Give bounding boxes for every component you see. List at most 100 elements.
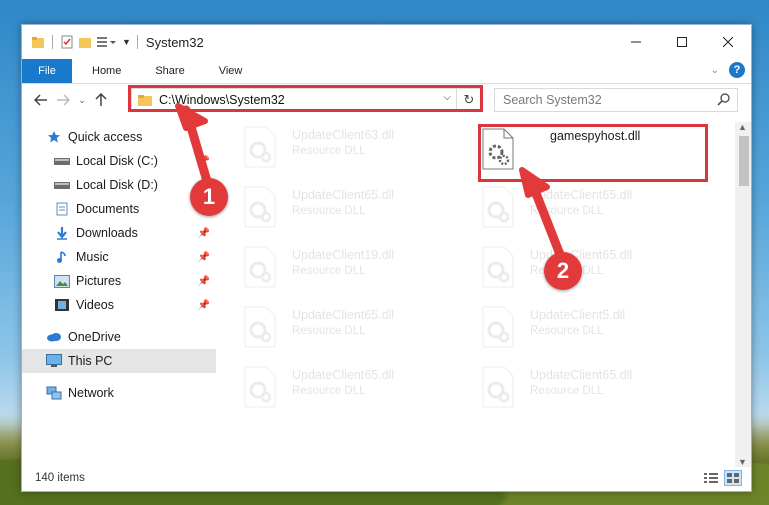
vertical-scrollbar[interactable]: ▲ ▼ [735,122,751,467]
properties-icon[interactable] [60,35,74,49]
maximize-button[interactable] [659,25,705,59]
file-explorer-window: ▼ System32 File Home Share View ⌄ ? ⌄ C:… [21,24,752,492]
file-name: UpdateClient63.dll [292,128,395,142]
drive-icon [54,178,70,192]
sidebar-item-pictures[interactable]: Pictures 📌 [22,269,216,293]
file-type: Resource DLL [530,205,604,217]
sidebar-item-quick-access[interactable]: Quick access [22,125,216,149]
videos-icon [54,298,70,312]
list-item[interactable]: UpdateClient65.dll Resource DLL [482,364,702,414]
sidebar-item-label: Local Disk (D:) [76,178,158,192]
ribbon-tabs: File Home Share View ⌄ ? [22,59,751,84]
search-input[interactable]: Search System32 [503,93,602,107]
list-item[interactable]: UpdateClient65.dll Resource DLL [482,244,702,294]
pin-icon[interactable]: 📌 [198,228,210,239]
sidebar-item-label: Quick access [68,130,143,144]
sidebar-item-label: Documents [76,202,140,216]
list-item[interactable]: UpdateClient65.dll Resource DLL [244,304,464,354]
list-item[interactable]: UpdateClient63.dll Resource DLL [244,124,464,174]
item-count: 140 items [35,472,85,484]
sidebar-item-this-pc[interactable]: This PC [22,349,216,373]
window-title: System32 [145,34,204,50]
dll-file-icon [482,366,514,408]
up-button[interactable] [90,89,112,111]
tab-file[interactable]: File [22,59,72,83]
chevron-down-icon[interactable]: ⌵ [443,92,451,103]
sidebar-item-downloads[interactable]: Downloads 📌 [22,221,216,245]
chevron-down-icon[interactable]: ▼ [122,37,131,47]
scroll-up-icon[interactable]: ▲ [738,122,747,132]
large-icons-view-icon[interactable] [724,470,742,486]
dll-file-icon [482,306,514,348]
chevron-down-icon: ⌄ [78,94,86,105]
sidebar-item-network[interactable]: Network [22,381,216,405]
back-button[interactable] [30,89,52,111]
recent-locations-button[interactable]: ⌄ [74,89,90,111]
close-button[interactable] [705,25,751,59]
tab-view[interactable]: View [205,59,257,83]
pin-icon[interactable]: 📌 [198,252,210,263]
ribbon-right: ⌄ ? [711,62,745,78]
expand-ribbon-icon[interactable]: ⌄ [711,65,719,76]
cloud-icon [46,330,62,344]
status-bar: 140 items [22,465,751,491]
details-view-icon[interactable] [703,471,719,485]
documents-icon [54,202,70,216]
list-item[interactable]: UpdateClient5.dll Resource DLL [482,304,702,354]
list-item[interactable]: UpdateClient65.dll Resource DLL [482,184,702,234]
sidebar-item-local-disk-c[interactable]: Local Disk (C:) 📌 [22,149,216,173]
file-type: Resource DLL [292,205,366,217]
sidebar-item-music[interactable]: Music 📌 [22,245,216,269]
music-icon [54,250,70,264]
sidebar-item-label: Music [76,250,109,264]
list-item[interactable]: UpdateClient19.dll Resource DLL [244,244,464,294]
sidebar-item-label: Downloads [76,226,138,240]
file-name: UpdateClient65.dll [530,188,633,202]
new-folder-icon[interactable] [78,35,92,49]
view-switcher [703,470,742,486]
pin-icon[interactable]: 📌 [198,276,210,287]
maximize-icon [677,37,687,47]
quick-access-toolbar: ▼ [22,35,131,49]
file-name: UpdateClient65.dll [292,308,395,322]
dll-file-icon [244,366,276,408]
refresh-button[interactable]: ↻ [456,89,481,111]
pictures-icon [54,274,70,288]
search-icon[interactable] [717,92,731,106]
title-separator [136,35,138,49]
pin-icon[interactable]: 📌 [198,300,210,311]
file-type: Resource DLL [292,145,366,157]
tab-share[interactable]: Share [141,59,198,83]
minimize-button[interactable] [613,25,659,59]
sidebar-item-label: Local Disk (C:) [76,154,158,168]
sidebar-item-documents[interactable]: Documents 📌 [22,197,216,221]
address-bar[interactable]: C:\Windows\System32 ⌵ ↻ [131,88,482,112]
customize-toolbar-icon[interactable] [96,35,118,49]
sidebar-item-label: Videos [76,298,114,312]
forward-arrow-icon [57,94,70,106]
list-item[interactable]: UpdateClient65.dll Resource DLL [244,184,464,234]
downloads-icon [54,226,70,240]
sidebar-item-label: This PC [68,354,113,368]
help-button[interactable]: ? [729,62,745,78]
network-icon [46,386,62,400]
dll-file-icon [244,246,276,288]
list-item[interactable]: UpdateClient65.dll Resource DLL [244,364,464,414]
star-icon [46,130,62,144]
scrollbar-thumb[interactable] [739,136,749,186]
file-type: Resource DLL [292,325,366,337]
pin-icon[interactable]: 📌 [198,156,210,167]
tab-home[interactable]: Home [78,59,135,83]
search-box[interactable]: Search System32 [494,88,738,112]
dll-file-icon [482,186,514,228]
sidebar-item-local-disk-d[interactable]: Local Disk (D:) [22,173,216,197]
folder-icon [138,95,152,106]
minimize-icon [631,41,641,43]
window-controls [613,25,751,59]
forward-button[interactable] [52,89,74,111]
address-path[interactable]: C:\Windows\System32 [159,93,285,107]
sidebar-item-videos[interactable]: Videos 📌 [22,293,216,317]
folder-icon [32,37,44,48]
file-type: Resource DLL [292,265,366,277]
sidebar-item-onedrive[interactable]: OneDrive [22,325,216,349]
